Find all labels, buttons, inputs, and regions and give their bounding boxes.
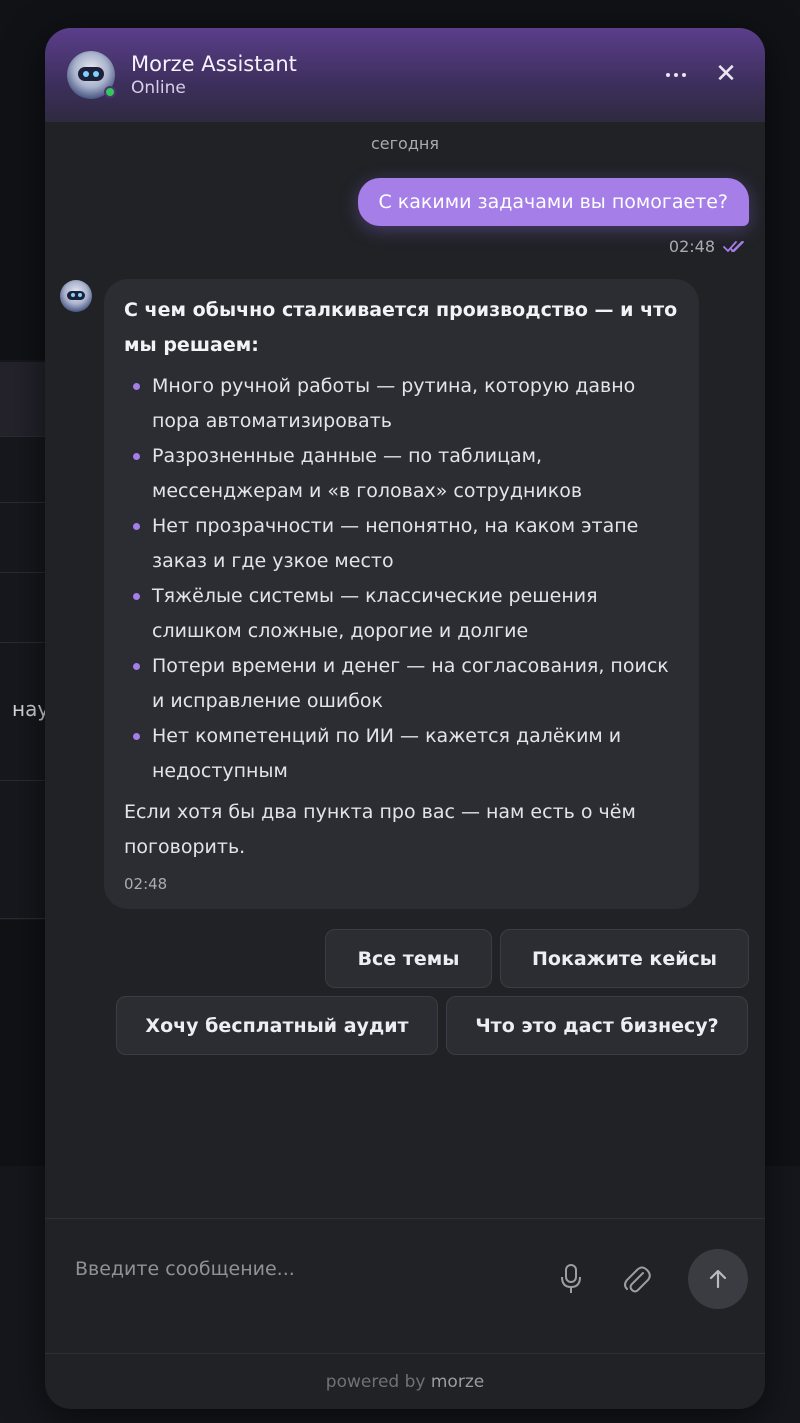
- user-message-meta: 02:48: [669, 237, 749, 256]
- composer-divider: [45, 1218, 765, 1219]
- list-item: Нет прозрачности — непонятно, на каком э…: [124, 509, 679, 579]
- powered-by-prefix: powered by: [325, 1372, 426, 1392]
- bot-message-time: 02:48: [124, 875, 168, 893]
- list-item: Нет компетенций по ИИ — кажется далёким …: [124, 719, 679, 789]
- bullet-icon: [133, 523, 140, 530]
- chat-header: Morze Assistant Online ✕: [45, 28, 765, 122]
- quick-reply-show-cases[interactable]: Покажите кейсы: [500, 929, 749, 988]
- microphone-button[interactable]: [554, 1261, 588, 1297]
- bullet-icon: [133, 733, 140, 740]
- bullet-icon: [133, 453, 140, 460]
- more-options-button[interactable]: [657, 60, 695, 90]
- paperclip-icon: [624, 1266, 651, 1293]
- date-separator: сегодня: [371, 134, 439, 153]
- quick-reply-free-audit[interactable]: Хочу бесплатный аудит: [116, 996, 438, 1055]
- list-item: Много ручной работы — рутина, которую да…: [124, 369, 679, 439]
- footer-divider: [45, 1353, 765, 1354]
- user-message-bubble: С какими задачами вы помогаете?: [357, 178, 749, 226]
- assistant-avatar: [67, 51, 116, 99]
- chat-widget: Morze Assistant Online ✕ сегодня С каким…: [45, 28, 765, 1409]
- send-button[interactable]: [688, 1249, 748, 1309]
- quick-reply-business-value[interactable]: Что это даст бизнесу?: [446, 996, 748, 1055]
- close-icon: ✕: [715, 59, 737, 89]
- bot-message-list: Много ручной работы — рутина, которую да…: [124, 369, 679, 789]
- powered-by: powered by morze: [45, 1372, 765, 1392]
- attach-button[interactable]: [619, 1261, 653, 1297]
- assistant-name: Morze Assistant: [131, 52, 297, 76]
- double-check-icon: [723, 240, 744, 252]
- bot-avatar: [60, 280, 92, 312]
- more-horizontal-icon: [666, 73, 670, 77]
- arrow-up-icon: [709, 1269, 727, 1289]
- brand-link[interactable]: morze: [431, 1372, 484, 1392]
- assistant-status: Online: [131, 78, 186, 98]
- list-item: Тяжёлые системы — классические решения с…: [124, 579, 679, 649]
- background-text-fragment: нау: [12, 697, 50, 721]
- bot-message-bubble: С чем обычно сталкивается производство —…: [104, 279, 699, 909]
- online-indicator: [104, 86, 116, 98]
- bullet-icon: [133, 593, 140, 600]
- bot-message-heading: С чем обычно сталкивается производство —…: [124, 299, 678, 356]
- bot-message-outro: Если хотя бы два пункта про вас — нам ес…: [124, 801, 636, 858]
- list-item: Разрозненные данные — по таблицам, мессе…: [124, 439, 679, 509]
- close-button[interactable]: ✕: [709, 56, 743, 92]
- message-input[interactable]: [75, 1254, 535, 1284]
- quick-reply-all-topics[interactable]: Все темы: [325, 929, 492, 988]
- bullet-icon: [133, 663, 140, 670]
- user-message-time: 02:48: [668, 237, 715, 256]
- microphone-icon: [561, 1264, 581, 1293]
- list-item: Потери времени и денег — на согласования…: [124, 649, 679, 719]
- bullet-icon: [133, 383, 140, 390]
